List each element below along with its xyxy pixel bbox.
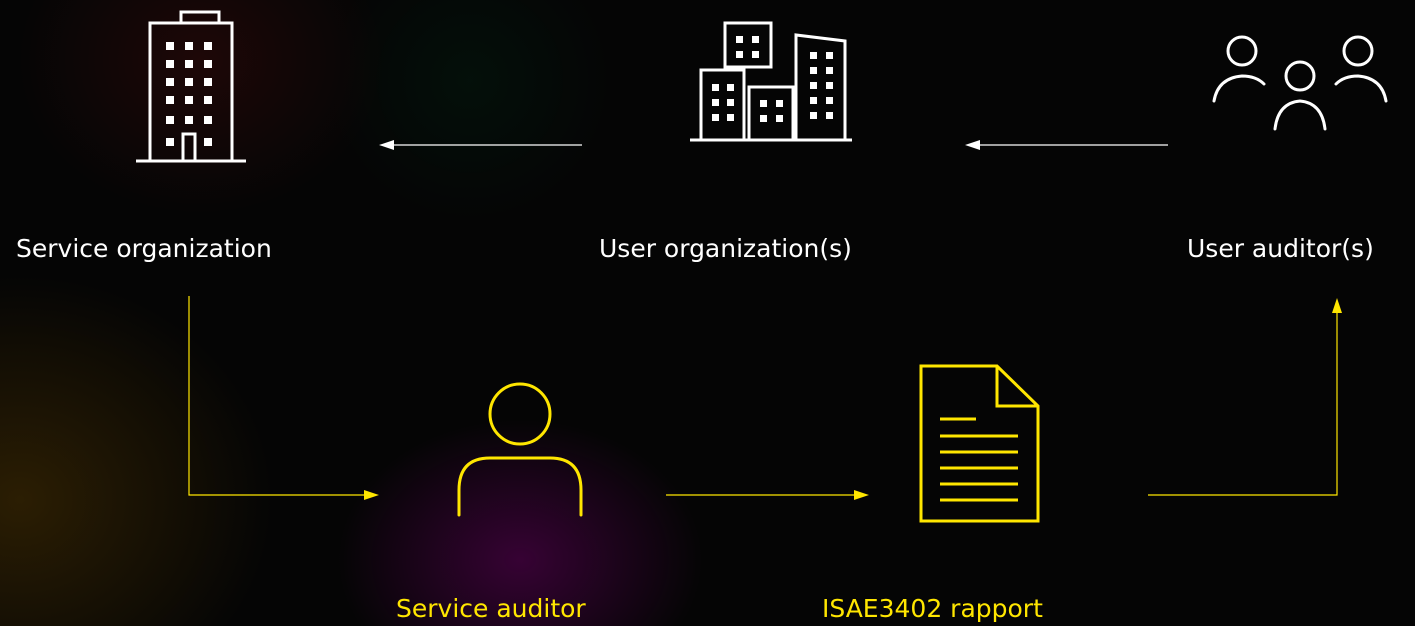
service-auditor-label: Service auditor	[396, 594, 586, 623]
city-buildings-icon	[690, 21, 852, 142]
arrow-user-org-to-service-org	[379, 140, 582, 150]
arrow-report-to-user-auditors	[1148, 298, 1342, 496]
user-organizations-label: User organization(s)	[599, 234, 852, 263]
arrow-service-auditor-to-report	[666, 490, 869, 500]
isae-report-label: ISAE3402 rapport	[822, 594, 1043, 623]
person-icon	[457, 382, 583, 517]
user-group-icon	[1212, 35, 1388, 131]
document-icon	[919, 364, 1040, 523]
diagram-canvas	[136, 10, 1388, 523]
service-organization-label: Service organization	[16, 234, 272, 263]
arrow-user-auditors-to-user-org	[965, 140, 1168, 150]
office-building-icon	[136, 10, 246, 163]
user-auditors-label: User auditor(s)	[1187, 234, 1374, 263]
arrow-service-org-to-service-auditor	[188, 296, 379, 500]
